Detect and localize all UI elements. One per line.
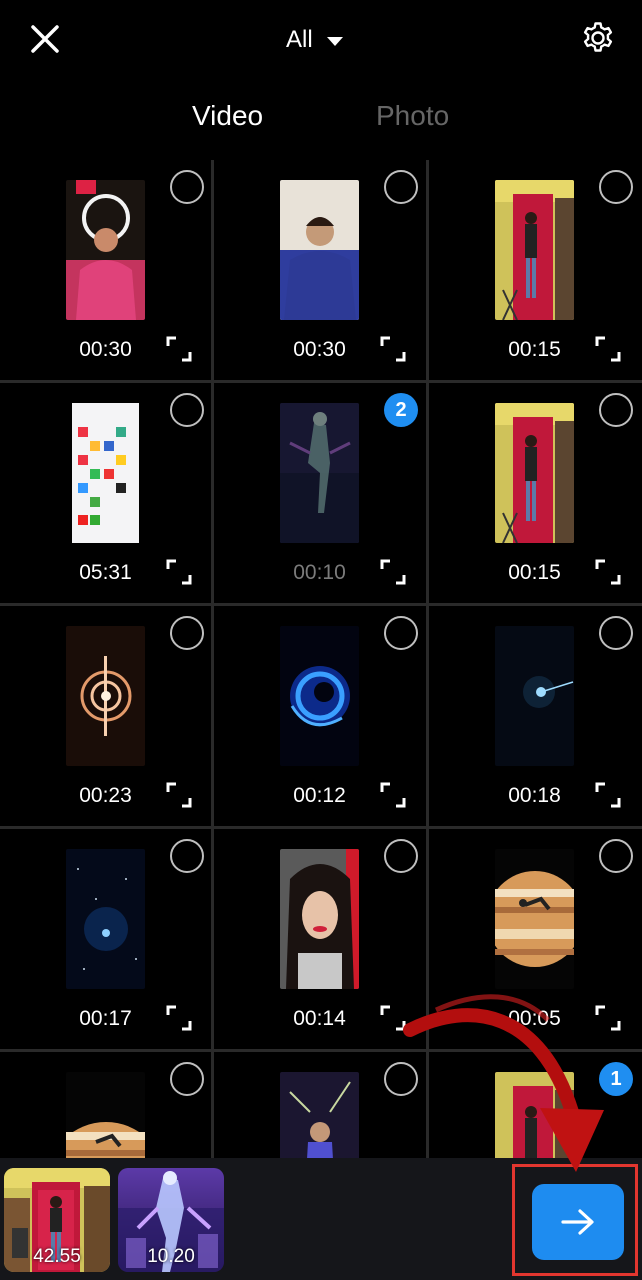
selected-clip-thumbnail[interactable]: 10.20 bbox=[118, 1168, 224, 1272]
select-checkbox[interactable] bbox=[170, 170, 204, 204]
video-thumbnail bbox=[66, 626, 145, 766]
select-checkbox[interactable] bbox=[384, 170, 418, 204]
video-thumbnail bbox=[495, 849, 574, 989]
video-item[interactable]: 00:15 bbox=[429, 160, 640, 380]
selection-order-badge[interactable]: 1 bbox=[599, 1062, 633, 1096]
select-checkbox[interactable] bbox=[599, 616, 633, 650]
next-button[interactable] bbox=[532, 1184, 624, 1260]
arrow-right-icon bbox=[561, 1209, 594, 1235]
preview-expand-icon[interactable] bbox=[166, 782, 192, 808]
video-item[interactable]: 00:30 bbox=[0, 160, 211, 380]
select-checkbox[interactable] bbox=[384, 616, 418, 650]
caret-down-icon bbox=[326, 36, 343, 46]
video-thumbnail bbox=[495, 1072, 574, 1158]
settings-button[interactable] bbox=[580, 20, 616, 56]
video-thumbnail bbox=[495, 626, 574, 766]
preview-expand-icon[interactable] bbox=[380, 559, 406, 585]
album-dropdown[interactable]: All bbox=[286, 22, 343, 58]
select-checkbox[interactable] bbox=[170, 1062, 204, 1096]
video-item[interactable]: 00:17 bbox=[0, 829, 211, 1049]
select-checkbox[interactable] bbox=[170, 616, 204, 650]
video-thumbnail bbox=[280, 180, 359, 320]
tab-photo[interactable]: Photo bbox=[376, 100, 449, 132]
media-type-tabs: Video Photo bbox=[0, 100, 642, 146]
video-thumbnail bbox=[66, 1072, 145, 1158]
video-item[interactable]: 00:23 bbox=[0, 606, 211, 826]
preview-expand-icon[interactable] bbox=[380, 1005, 406, 1031]
video-item[interactable]: 00:14 bbox=[214, 829, 425, 1049]
video-grid: 00:30 00:30 00:15 05:31 2 00:10 00:15 00:23 00:1… bbox=[0, 160, 642, 1158]
preview-expand-icon[interactable] bbox=[595, 336, 621, 362]
video-item[interactable] bbox=[214, 1052, 425, 1158]
preview-expand-icon[interactable] bbox=[166, 1005, 192, 1031]
select-checkbox[interactable] bbox=[384, 839, 418, 873]
preview-expand-icon[interactable] bbox=[166, 336, 192, 362]
preview-expand-icon[interactable] bbox=[380, 782, 406, 808]
video-thumbnail bbox=[280, 626, 359, 766]
close-icon bbox=[31, 25, 59, 53]
album-dropdown-label: All bbox=[286, 26, 313, 53]
video-item[interactable]: 00:18 bbox=[429, 606, 640, 826]
video-thumbnail bbox=[495, 180, 574, 320]
select-checkbox[interactable] bbox=[384, 1062, 418, 1096]
select-checkbox[interactable] bbox=[599, 393, 633, 427]
video-thumbnail bbox=[280, 1072, 359, 1158]
video-item[interactable]: 00:30 bbox=[214, 160, 425, 380]
video-thumbnail bbox=[280, 849, 359, 989]
video-item[interactable] bbox=[0, 1052, 211, 1158]
preview-expand-icon[interactable] bbox=[595, 1005, 621, 1031]
preview-expand-icon[interactable] bbox=[380, 336, 406, 362]
gear-icon bbox=[583, 22, 613, 52]
tab-video[interactable]: Video bbox=[192, 100, 263, 132]
video-item[interactable]: 1 bbox=[429, 1052, 640, 1158]
video-item[interactable]: 00:12 bbox=[214, 606, 425, 826]
selected-clip-time: 42.55 bbox=[33, 1246, 81, 1267]
select-checkbox[interactable] bbox=[170, 839, 204, 873]
selected-clip-time: 10.20 bbox=[147, 1246, 195, 1267]
video-thumbnail bbox=[495, 403, 574, 543]
video-thumbnail bbox=[66, 849, 145, 989]
close-button[interactable] bbox=[26, 20, 64, 58]
preview-expand-icon[interactable] bbox=[595, 559, 621, 585]
top-bar: All bbox=[0, 0, 642, 80]
preview-expand-icon[interactable] bbox=[166, 559, 192, 585]
select-checkbox[interactable] bbox=[170, 393, 204, 427]
selection-order-badge[interactable]: 2 bbox=[384, 393, 418, 427]
select-checkbox[interactable] bbox=[599, 170, 633, 204]
video-thumbnail bbox=[66, 180, 145, 320]
selected-clip-thumbnail[interactable]: 42.55 bbox=[4, 1168, 110, 1272]
video-item[interactable]: 00:05 bbox=[429, 829, 640, 1049]
video-thumbnail bbox=[280, 403, 359, 543]
video-item[interactable]: 2 00:10 bbox=[214, 383, 425, 603]
preview-expand-icon[interactable] bbox=[595, 782, 621, 808]
video-item[interactable]: 05:31 bbox=[0, 383, 211, 603]
select-checkbox[interactable] bbox=[599, 839, 633, 873]
video-thumbnail bbox=[72, 403, 139, 543]
video-item[interactable]: 00:15 bbox=[429, 383, 640, 603]
